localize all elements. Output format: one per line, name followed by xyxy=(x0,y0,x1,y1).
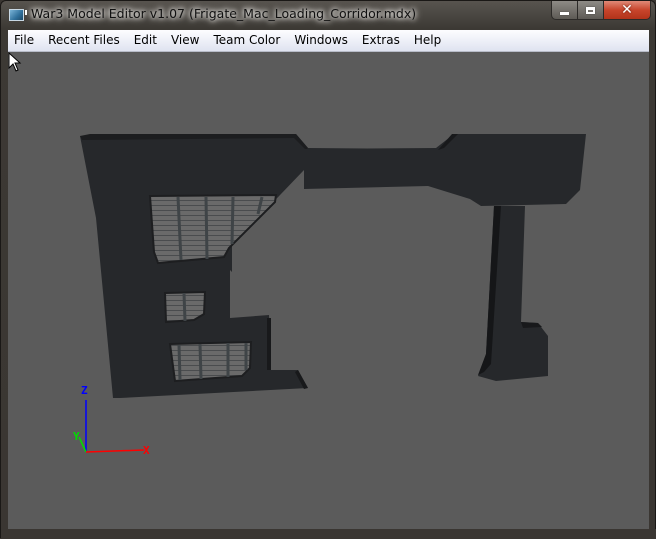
window-controls: ✕ xyxy=(551,1,651,21)
minimize-icon xyxy=(560,11,569,15)
menu-view[interactable]: View xyxy=(164,30,206,51)
app-window: War3 Model Editor v1.07 (Frigate_Mac_Loa… xyxy=(0,0,656,539)
menu-file[interactable]: File xyxy=(8,30,41,51)
close-button[interactable]: ✕ xyxy=(604,1,651,20)
minimize-button[interactable] xyxy=(551,1,578,20)
menu-extras[interactable]: Extras xyxy=(355,30,407,51)
model-render xyxy=(78,134,586,453)
menu-edit[interactable]: Edit xyxy=(127,30,164,51)
y-axis-line xyxy=(78,436,87,453)
maximize-button[interactable] xyxy=(578,1,604,20)
war3-model-editor-icon[interactable] xyxy=(9,9,27,21)
menu-recent-files[interactable]: Recent Files xyxy=(41,30,127,51)
mouse-pointer-icon xyxy=(8,52,22,72)
title-bar[interactable]: War3 Model Editor v1.07 (Frigate_Mac_Loa… xyxy=(1,1,656,29)
x-axis-label: X xyxy=(143,444,150,457)
window-title: War3 Model Editor v1.07 (Frigate_Mac_Loa… xyxy=(31,6,417,21)
menu-bar: File Recent Files Edit View Team Color W… xyxy=(8,30,649,52)
y-axis-label: Y xyxy=(73,430,80,443)
3d-viewport[interactable]: Z Y X xyxy=(8,52,649,530)
x-axis-line xyxy=(85,449,145,453)
menu-team-color[interactable]: Team Color xyxy=(206,30,287,51)
maximize-icon xyxy=(586,6,595,14)
menu-help[interactable]: Help xyxy=(407,30,448,51)
model-right-structure xyxy=(304,134,586,381)
axis-gizmo xyxy=(78,400,145,453)
close-icon: ✕ xyxy=(621,2,633,18)
z-axis-label: Z xyxy=(81,384,88,397)
menu-windows[interactable]: Windows xyxy=(287,30,355,51)
